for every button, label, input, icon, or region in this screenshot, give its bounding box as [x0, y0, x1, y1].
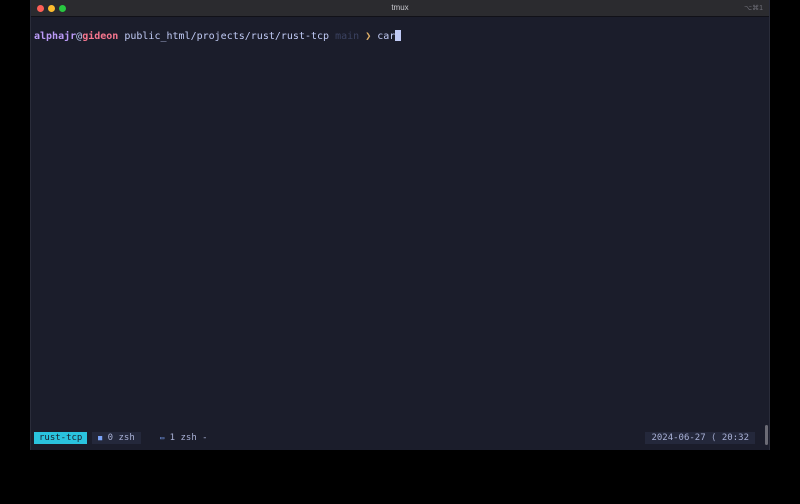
status-datetime: 2024-06-27 ⟨ 20:32	[645, 432, 755, 444]
tmux-window-0[interactable]: ■ 0 zsh	[92, 432, 141, 444]
tmux-window-label: 1 zsh -	[169, 433, 208, 443]
text-cursor	[395, 30, 402, 41]
window-title: tmux	[391, 3, 409, 12]
window-shortcut: ⌥⌘1	[744, 5, 763, 12]
title-bar: tmux ⌥⌘1	[31, 0, 769, 17]
terminal-window: tmux ⌥⌘1 alphajr@gideon public_html/proj…	[30, 0, 770, 450]
tmux-window-1[interactable]: ▭ 1 zsh -	[154, 432, 214, 444]
terminal-icon: ■	[98, 434, 103, 442]
tmux-status-bar: rust-tcp ■ 0 zsh ▭ 1 zsh - 2024-06-27 ⟨ …	[34, 432, 755, 444]
prompt-user: alphajr	[34, 31, 77, 42]
prompt-host: gideon	[82, 31, 119, 42]
prompt-git-branch: main	[335, 31, 360, 42]
shell-prompt-line[interactable]: alphajr@gideon public_html/projects/rust…	[34, 30, 402, 43]
terminal-icon: ▭	[160, 434, 165, 442]
prompt-path: public_html/projects/rust/rust-tcp	[124, 31, 330, 42]
prompt-arrow-icon: ❯	[365, 31, 372, 42]
scrollbar[interactable]	[765, 425, 768, 445]
tmux-window-label: 0 zsh	[107, 433, 135, 443]
command-input[interactable]: car	[377, 31, 395, 42]
tmux-session-name[interactable]: rust-tcp	[34, 432, 88, 444]
